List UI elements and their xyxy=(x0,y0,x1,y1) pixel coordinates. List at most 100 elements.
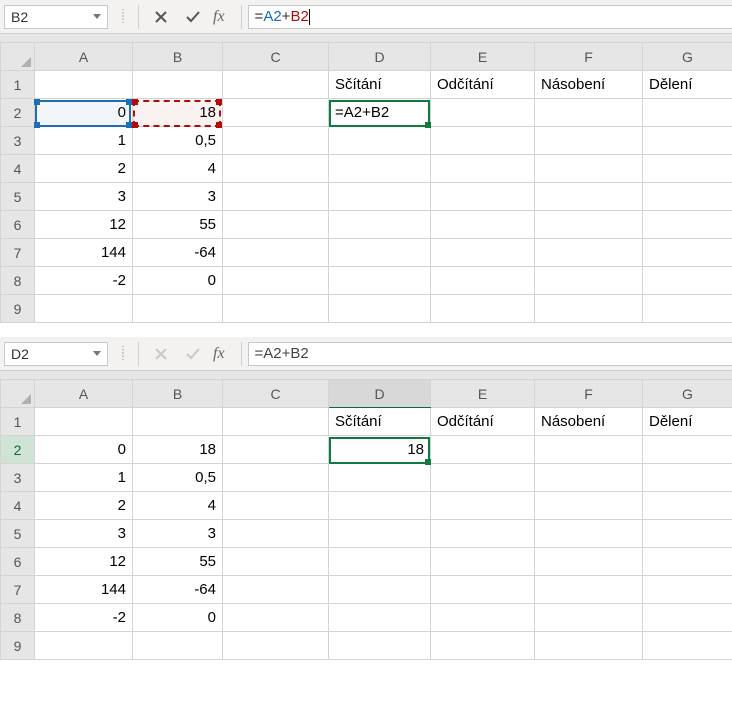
cell-E3[interactable] xyxy=(431,464,535,492)
cell-G1[interactable]: Dělení xyxy=(643,408,732,436)
col-header-A[interactable]: A xyxy=(35,380,133,408)
cell-A1[interactable] xyxy=(35,71,133,99)
cell-B9[interactable] xyxy=(133,295,223,323)
cell-G3[interactable] xyxy=(643,127,732,155)
cell-B4[interactable]: 4 xyxy=(133,155,223,183)
col-header-E[interactable]: E xyxy=(431,43,535,71)
select-all-corner[interactable] xyxy=(1,43,35,71)
cell-G1[interactable]: Dělení xyxy=(643,71,732,99)
cell-D2[interactable]: =A2+B2 xyxy=(329,99,431,127)
cell-E7[interactable] xyxy=(431,576,535,604)
row-header-7[interactable]: 7 xyxy=(1,576,35,604)
row-header-9[interactable]: 9 xyxy=(1,632,35,660)
cell-C7[interactable] xyxy=(223,239,329,267)
cell-D6[interactable] xyxy=(329,548,431,576)
col-header-G[interactable]: G xyxy=(643,380,732,408)
cell-G9[interactable] xyxy=(643,295,732,323)
formula-input[interactable]: =A2+B2 xyxy=(248,5,732,29)
cell-E2[interactable] xyxy=(431,436,535,464)
cell-D1[interactable]: Sčítání xyxy=(329,408,431,436)
row-header-1[interactable]: 1 xyxy=(1,71,35,99)
cell-D5[interactable] xyxy=(329,183,431,211)
confirm-button[interactable] xyxy=(177,0,209,33)
cell-C5[interactable] xyxy=(223,520,329,548)
cell-A9[interactable] xyxy=(35,295,133,323)
dropdown-caret-icon[interactable] xyxy=(93,14,101,20)
cell-B2[interactable]: 18 xyxy=(133,99,223,127)
cell-E4[interactable] xyxy=(431,492,535,520)
cell-D8[interactable] xyxy=(329,267,431,295)
cell-F2[interactable] xyxy=(535,436,643,464)
cell-F3[interactable] xyxy=(535,127,643,155)
col-header-F[interactable]: F xyxy=(535,380,643,408)
name-box[interactable]: B2 xyxy=(4,5,108,29)
cell-A6[interactable]: 12 xyxy=(35,211,133,239)
cell-A8[interactable]: -2 xyxy=(35,604,133,632)
cell-E9[interactable] xyxy=(431,632,535,660)
cell-B5[interactable]: 3 xyxy=(133,183,223,211)
cell-E6[interactable] xyxy=(431,548,535,576)
cell-B8[interactable]: 0 xyxy=(133,604,223,632)
cell-C9[interactable] xyxy=(223,632,329,660)
cell-G9[interactable] xyxy=(643,632,732,660)
cell-B9[interactable] xyxy=(133,632,223,660)
row-header-7[interactable]: 7 xyxy=(1,239,35,267)
cell-E1[interactable]: Odčítání xyxy=(431,71,535,99)
cell-G6[interactable] xyxy=(643,548,732,576)
cell-F9[interactable] xyxy=(535,632,643,660)
cell-C7[interactable] xyxy=(223,576,329,604)
fx-icon[interactable]: fx xyxy=(209,8,235,26)
cell-B3[interactable]: 0,5 xyxy=(133,127,223,155)
col-header-G[interactable]: G xyxy=(643,43,732,71)
row-header-2[interactable]: 2 xyxy=(1,436,35,464)
cell-E6[interactable] xyxy=(431,211,535,239)
col-header-C[interactable]: C xyxy=(223,43,329,71)
cell-D6[interactable] xyxy=(329,211,431,239)
cell-C8[interactable] xyxy=(223,604,329,632)
cell-A1[interactable] xyxy=(35,408,133,436)
cell-F1[interactable]: Násobení xyxy=(535,408,643,436)
name-box[interactable]: D2 xyxy=(4,342,108,366)
cell-F8[interactable] xyxy=(535,604,643,632)
cell-C4[interactable] xyxy=(223,155,329,183)
cell-A4[interactable]: 2 xyxy=(35,155,133,183)
cell-G8[interactable] xyxy=(643,604,732,632)
cell-F9[interactable] xyxy=(535,295,643,323)
spreadsheet-top[interactable]: A B C D E F G 1 Sčítání Odčítání Násoben… xyxy=(0,42,732,323)
cell-F6[interactable] xyxy=(535,211,643,239)
cell-G5[interactable] xyxy=(643,520,732,548)
cell-A3[interactable]: 1 xyxy=(35,127,133,155)
cell-A5[interactable]: 3 xyxy=(35,183,133,211)
cell-C9[interactable] xyxy=(223,295,329,323)
col-header-D[interactable]: D xyxy=(329,380,431,408)
cell-B8[interactable]: 0 xyxy=(133,267,223,295)
cell-G4[interactable] xyxy=(643,492,732,520)
cell-F2[interactable] xyxy=(535,99,643,127)
cell-D3[interactable] xyxy=(329,464,431,492)
cell-E4[interactable] xyxy=(431,155,535,183)
fx-icon[interactable]: fx xyxy=(209,345,235,363)
cell-F6[interactable] xyxy=(535,548,643,576)
cell-A9[interactable] xyxy=(35,632,133,660)
drag-handle-icon[interactable]: ⋮⋮⋮ xyxy=(114,349,132,358)
cell-A2[interactable]: 0 xyxy=(35,436,133,464)
cell-A5[interactable]: 3 xyxy=(35,520,133,548)
cell-G2[interactable] xyxy=(643,99,732,127)
cell-A6[interactable]: 12 xyxy=(35,548,133,576)
row-header-9[interactable]: 9 xyxy=(1,295,35,323)
row-header-3[interactable]: 3 xyxy=(1,464,35,492)
formula-input[interactable]: =A2+B2 xyxy=(248,342,732,366)
cell-E1[interactable]: Odčítání xyxy=(431,408,535,436)
row-header-5[interactable]: 5 xyxy=(1,183,35,211)
row-header-4[interactable]: 4 xyxy=(1,492,35,520)
cell-E7[interactable] xyxy=(431,239,535,267)
col-header-B[interactable]: B xyxy=(133,380,223,408)
cell-B1[interactable] xyxy=(133,71,223,99)
cell-F5[interactable] xyxy=(535,520,643,548)
cell-D2[interactable]: 18 xyxy=(329,436,431,464)
dropdown-caret-icon[interactable] xyxy=(93,351,101,357)
cell-C6[interactable] xyxy=(223,548,329,576)
cell-G5[interactable] xyxy=(643,183,732,211)
row-header-2[interactable]: 2 xyxy=(1,99,35,127)
cell-C2[interactable] xyxy=(223,99,329,127)
